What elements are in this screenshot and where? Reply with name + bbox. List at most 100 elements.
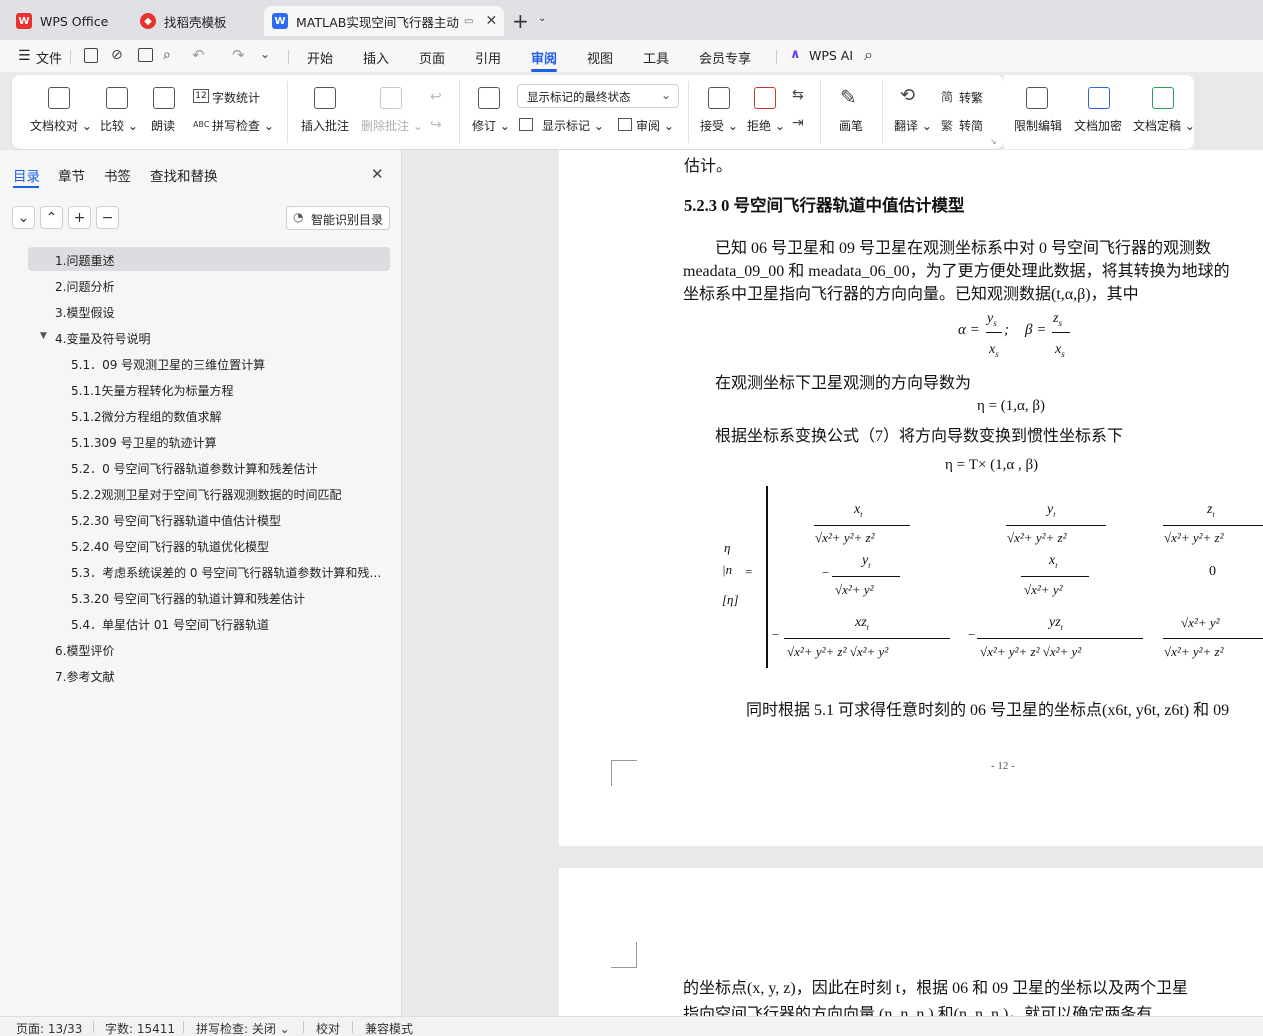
smart-toc-button[interactable]: ◔ 智能识别目录 xyxy=(286,206,390,230)
title-bar: W WPS Office ◆ 找稻壳模板 W MATLAB实现空间飞行器主动 ▭… xyxy=(0,0,1263,40)
add-heading-icon[interactable]: + xyxy=(68,206,91,229)
toc-item[interactable]: 6.模型评价 xyxy=(55,642,382,659)
tab-document[interactable]: W MATLAB实现空间飞行器主动 ▭ ✕ xyxy=(264,6,504,36)
new-tab-icon[interactable]: + xyxy=(512,9,529,33)
markup-state-select[interactable]: 显示标记的最终状态 ⌄ xyxy=(517,84,679,108)
page-indicator[interactable]: 页面: 13/33 xyxy=(16,1020,82,1036)
spell-check-status[interactable]: 拼写检查: 关闭 ⌄ xyxy=(196,1020,290,1036)
menu-member[interactable]: 会员专享 xyxy=(699,48,751,67)
translate-button[interactable]: 翻译 ⌄ xyxy=(894,117,932,134)
toc-item-selected[interactable]: 1.问题重述 xyxy=(55,252,382,269)
menu-review[interactable]: 审阅 xyxy=(531,48,557,67)
toc-item[interactable]: 3.模型假设 xyxy=(55,304,382,321)
tab-template[interactable]: ◆ 找稻壳模板 xyxy=(132,6,258,36)
spell-check-button[interactable]: 拼写检查 ⌄ xyxy=(212,117,274,134)
close-tab-icon[interactable]: ✕ xyxy=(485,13,497,29)
tab-chapters[interactable]: 章节 xyxy=(58,165,85,185)
document-page[interactable]: 的坐标点(x, y, z)，因此在时刻 t，根据 06 和 09 卫星的坐标以及… xyxy=(559,868,1263,1023)
insert-comment-button[interactable]: 插入批注 xyxy=(301,117,349,134)
save-icon[interactable] xyxy=(84,48,98,63)
fraction-bar xyxy=(784,638,950,639)
toc-item[interactable]: 5.1.2微分方程组的数值求解 xyxy=(71,408,382,425)
tab-wps-office[interactable]: W WPS Office xyxy=(8,6,124,36)
tab-bookmarks[interactable]: 书签 xyxy=(104,165,131,185)
print-preview-icon[interactable]: ⌕ xyxy=(163,47,171,63)
menu-file[interactable]: 文件 xyxy=(36,48,62,67)
toc-item[interactable]: 2.问题分析 xyxy=(55,278,382,295)
math-minus: − xyxy=(772,627,780,642)
menu-page[interactable]: 页面 xyxy=(419,48,445,67)
spell-check-label: 拼写检查 xyxy=(212,119,261,133)
toc-item[interactable]: 5.3．考虑系统误差的 0 号空间飞行器轨道参数计算和残差估计 xyxy=(71,564,382,581)
show-markup-button[interactable]: 显示标记 ⌄ xyxy=(542,117,604,134)
matrix-eta-vector: η xyxy=(724,540,731,555)
matrix-cell: xt xyxy=(854,502,863,519)
quick-access-dropdown-icon[interactable]: ⌄ xyxy=(260,47,270,61)
compare-button[interactable]: 比较 ⌄ xyxy=(100,117,138,134)
word-count-button[interactable]: 字数统计 xyxy=(212,89,260,106)
review-pane-icon xyxy=(618,118,632,131)
menu-view[interactable]: 视图 xyxy=(587,48,613,67)
expand-up-icon[interactable]: ⌃ xyxy=(40,206,63,229)
divider xyxy=(93,1021,94,1033)
previous-comment-icon[interactable]: ↩ xyxy=(430,89,442,105)
toc-expand-arrow-icon[interactable]: ▼ xyxy=(40,331,47,341)
hamburger-icon[interactable]: ☰ xyxy=(18,48,31,64)
restrict-edit-button[interactable]: 限制编辑 xyxy=(1014,117,1062,134)
toc-item[interactable]: 5.2.40 号空间飞行器的轨道优化模型 xyxy=(71,538,382,555)
matrix-eta-vector: |n xyxy=(722,562,733,577)
menu-insert[interactable]: 插入 xyxy=(363,48,389,67)
export-icon[interactable]: ⊘ xyxy=(111,47,123,63)
next-comment-icon[interactable]: ↪ xyxy=(430,117,442,133)
proofread-status[interactable]: 校对 xyxy=(316,1020,340,1036)
reject-button[interactable]: 拒绝 ⌄ xyxy=(747,117,785,134)
fraction-bar xyxy=(1163,525,1263,526)
to-traditional-button[interactable]: 转繁 xyxy=(959,89,983,106)
tab-toc[interactable]: 目录 xyxy=(13,165,40,185)
chevron-down-icon[interactable]: ⌄ xyxy=(538,13,546,24)
menu-reference[interactable]: 引用 xyxy=(475,48,501,67)
next-change-icon[interactable]: ⇥ xyxy=(792,115,804,131)
redo-icon[interactable]: ↷ xyxy=(232,46,245,64)
document-page[interactable]: 估计。 5.2.3 0 号空间飞行器轨道中值估计模型 已知 06 号卫星和 09… xyxy=(559,150,1263,846)
collapse-all-icon[interactable]: ⌄ xyxy=(12,206,35,229)
math-minus: − xyxy=(968,627,976,642)
toc-item[interactable]: 5.3.20 号空间飞行器的轨道计算和残差估计 xyxy=(71,590,382,607)
divider xyxy=(288,50,289,64)
menu-tools[interactable]: 工具 xyxy=(643,48,669,67)
undo-icon[interactable]: ↶ xyxy=(192,46,205,64)
toc-item[interactable]: 5.2．0 号空间飞行器轨道参数计算和残差估计 xyxy=(71,460,382,477)
word-count-indicator[interactable]: 字数: 15411 xyxy=(105,1020,175,1036)
doc-check-button[interactable]: 文档校对 ⌄ xyxy=(30,117,92,134)
print-icon[interactable] xyxy=(138,48,153,62)
remove-heading-icon[interactable]: − xyxy=(96,206,119,229)
toc-item[interactable]: 5.2.2观测卫星对于空间飞行器观测数据的时间匹配 xyxy=(71,486,382,503)
matrix-cell: √x²+ y²+ z² √x²+ y² xyxy=(980,644,1082,659)
close-pane-icon[interactable]: ✕ xyxy=(371,165,384,183)
to-simplified-button[interactable]: 转简 xyxy=(959,117,983,134)
toc-item[interactable]: 5.2.30 号空间飞行器轨道中值估计模型 xyxy=(71,512,382,529)
revise-button[interactable]: 修订 ⌄ xyxy=(472,117,510,134)
toc-item[interactable]: 5.1.1矢量方程转化为标量方程 xyxy=(71,382,382,399)
tab-find-replace[interactable]: 查找和替换 xyxy=(150,165,218,185)
review-pane-button[interactable]: 审阅 ⌄ xyxy=(636,117,674,134)
toc-item[interactable]: 7.参考文献 xyxy=(55,668,382,685)
pen-button[interactable]: 画笔 xyxy=(839,117,863,134)
toc-item[interactable]: 4.变量及符号说明 xyxy=(55,330,382,347)
accept-button[interactable]: 接受 ⌄ xyxy=(700,117,738,134)
menu-home[interactable]: 开始 xyxy=(307,48,333,67)
matrix-cell: √x²+ y²+ z² xyxy=(1007,530,1067,545)
search-icon[interactable]: ⌕ xyxy=(864,45,873,65)
delete-comment-button[interactable]: 删除批注 ⌄ xyxy=(361,117,423,134)
encrypt-button[interactable]: 文档加密 xyxy=(1074,117,1122,134)
expand-group-icon[interactable]: ↘ xyxy=(990,137,997,146)
toc-item[interactable]: 5.1．09 号观测卫星的三维位置计算 xyxy=(71,356,382,373)
finalize-button[interactable]: 文档定稿 ⌄ xyxy=(1133,117,1195,134)
toc-item[interactable]: 5.4．单星估计 01 号空间飞行器轨道 xyxy=(71,616,382,633)
previous-change-icon[interactable]: ⇆ xyxy=(792,87,804,103)
menu-wps-ai[interactable]: WPS AI xyxy=(809,48,853,63)
matrix-cell: √x²+ y²+ z² xyxy=(815,530,875,545)
toc-item[interactable]: 5.1.309 号卫星的轨迹计算 xyxy=(71,434,382,451)
read-aloud-button[interactable]: 朗读 xyxy=(151,117,175,134)
monitor-icon[interactable]: ▭ xyxy=(464,16,473,27)
